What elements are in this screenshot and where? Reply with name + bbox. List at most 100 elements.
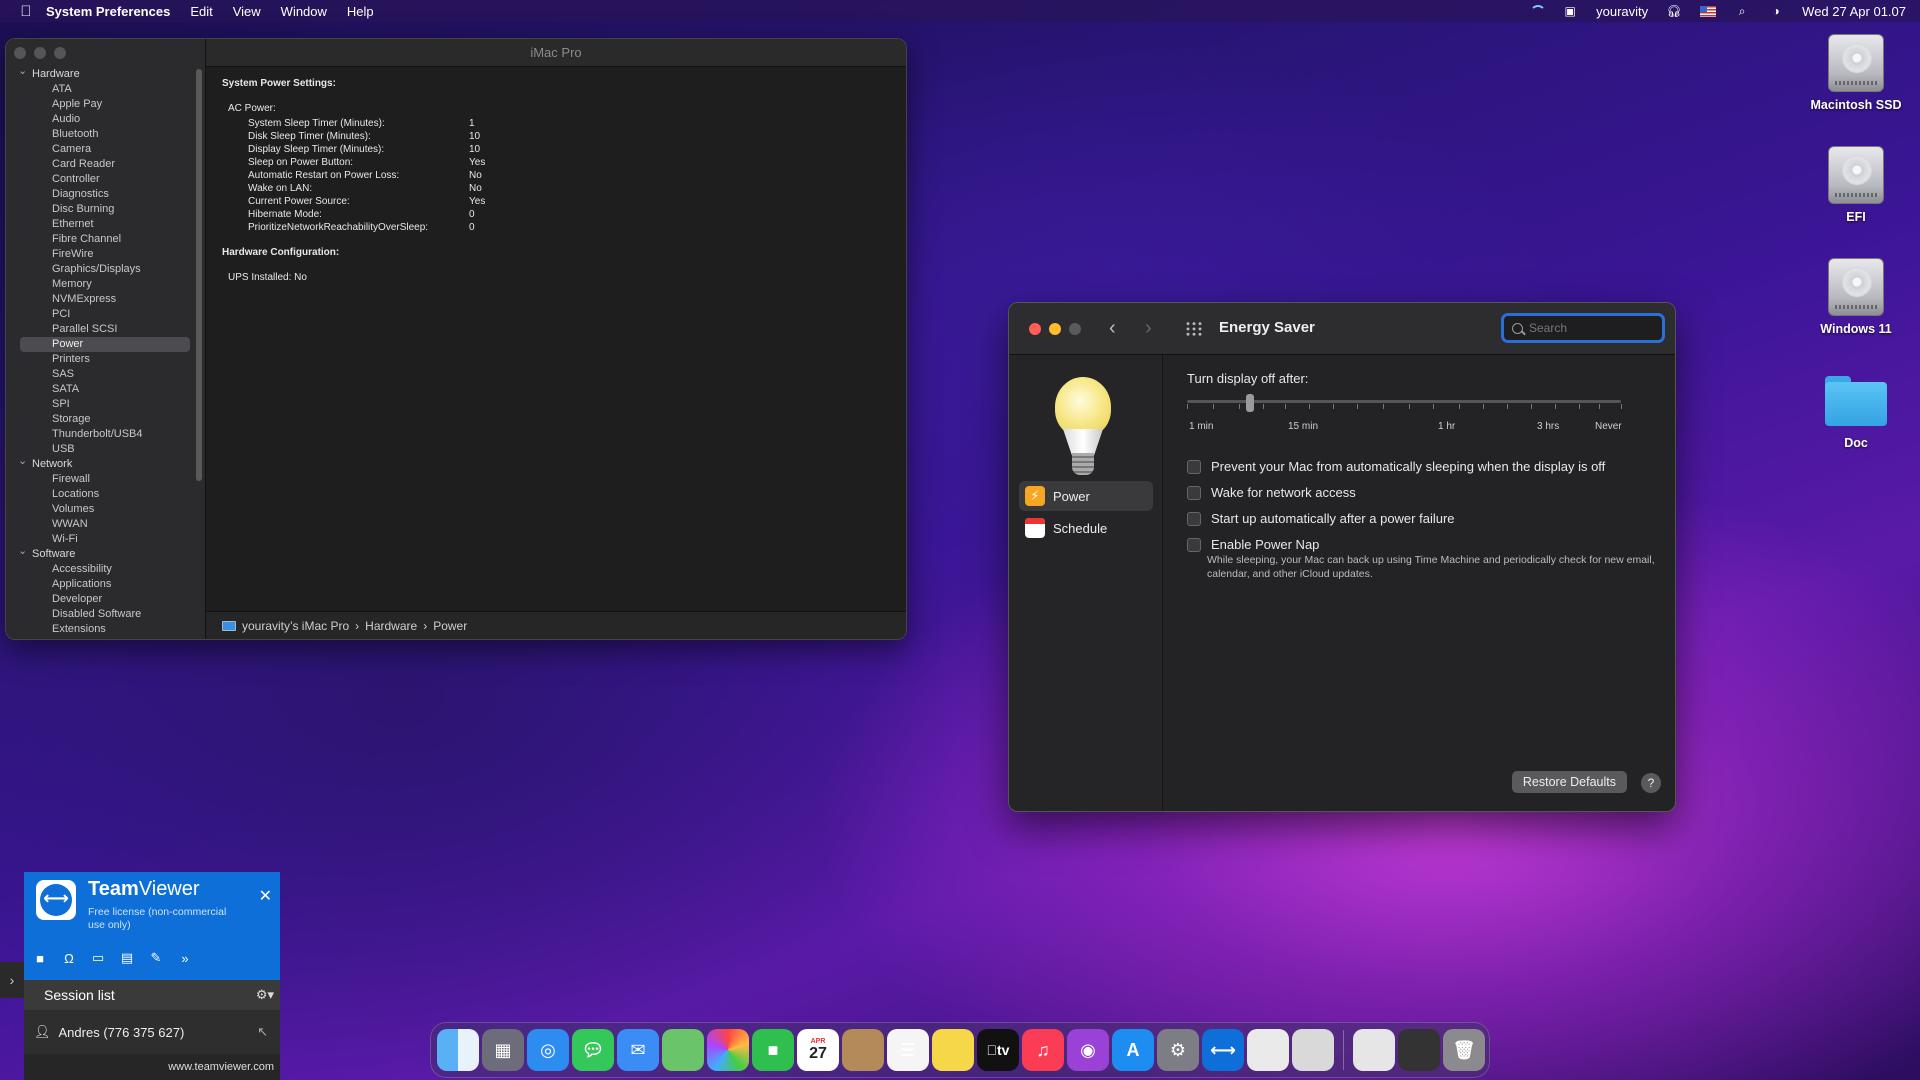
dock-appstore-icon[interactable]: A xyxy=(1112,1029,1154,1071)
wake-network-checkbox[interactable]: Wake for network access xyxy=(1187,485,1356,500)
dock-finder-icon[interactable] xyxy=(437,1029,479,1071)
restore-defaults-button[interactable]: Restore Defaults xyxy=(1511,771,1627,793)
dock-music-icon[interactable]: ♫ xyxy=(1022,1029,1064,1071)
sidebar-group-software[interactable]: Software xyxy=(14,544,190,562)
activity-monitor-icon[interactable]: ▣ xyxy=(1562,4,1578,18)
menu-datetime[interactable]: Wed 27 Apr 01.07 xyxy=(1802,4,1906,19)
display-sleep-slider[interactable] xyxy=(1187,394,1622,424)
tools-icon[interactable]: ✎ xyxy=(148,950,164,966)
forward-chevron-icon[interactable]: › xyxy=(1145,317,1152,340)
desktop-icon-efi[interactable]: EFI xyxy=(1796,146,1916,224)
wifi-icon[interactable] xyxy=(1528,5,1547,17)
sidebar-item-volumes[interactable]: Volumes xyxy=(14,502,190,517)
sidebar-item-sas[interactable]: SAS xyxy=(14,367,190,382)
search-field[interactable] xyxy=(1501,313,1665,343)
dock-launchpad-icon[interactable]: ▦ xyxy=(482,1029,524,1071)
dock-notes-icon[interactable] xyxy=(932,1029,974,1071)
sidebar-item-fibre-channel[interactable]: Fibre Channel xyxy=(14,232,190,247)
sidebar-group-network[interactable]: Network xyxy=(14,454,190,472)
sidebar-item-ethernet[interactable]: Ethernet xyxy=(14,217,190,232)
minimize-button[interactable] xyxy=(34,47,46,59)
chat-icon[interactable]: ▭ xyxy=(90,950,106,966)
sidebar-item-applications[interactable]: Applications xyxy=(14,577,190,592)
menu-app-name[interactable]: System Preferences xyxy=(46,4,170,19)
sidebar-item-thunderbolt-usb4[interactable]: Thunderbolt/USB4 xyxy=(14,427,190,442)
dock-printer-icon[interactable] xyxy=(1292,1029,1334,1071)
sidebar-item-camera[interactable]: Camera xyxy=(14,142,190,157)
cursor-icon[interactable]: ↖ xyxy=(257,1024,268,1040)
apple-menu-icon[interactable]:  xyxy=(18,3,34,20)
sidebar-item-developer[interactable]: Developer xyxy=(14,592,190,607)
desktop-icon-macintosh-ssd[interactable]: Macintosh SSD xyxy=(1796,34,1916,112)
help-button[interactable]: ? xyxy=(1641,773,1661,793)
desktop-icon-windows-11[interactable]: Windows 11 xyxy=(1796,258,1916,336)
sidebar-item-wi-fi[interactable]: Wi-Fi xyxy=(14,532,190,547)
sidebar-item-audio[interactable]: Audio xyxy=(14,112,190,127)
menu-view[interactable]: View xyxy=(233,4,261,19)
dock-textedit-icon[interactable] xyxy=(1247,1029,1289,1071)
sidebar-item-storage[interactable]: Storage xyxy=(14,412,190,427)
dock-mail-icon[interactable]: ✉ xyxy=(617,1029,659,1071)
sidebar-item-sata[interactable]: SATA xyxy=(14,382,190,397)
dock-trash-icon[interactable]: 🗑︎ xyxy=(1443,1029,1485,1071)
search-input[interactable] xyxy=(1529,321,1649,335)
teamviewer-link[interactable]: www.teamviewer.com xyxy=(24,1054,280,1080)
show-all-grid-icon[interactable] xyxy=(1185,321,1203,337)
sidebar-item-firewall[interactable]: Firewall xyxy=(14,472,190,487)
startup-after-power-failure-checkbox[interactable]: Start up automatically after a power fai… xyxy=(1187,511,1455,526)
prevent-sleep-checkbox[interactable]: Prevent your Mac from automatically slee… xyxy=(1187,459,1605,474)
clipboard-icon[interactable]: ▤ xyxy=(119,950,135,966)
sidebar-item-locations[interactable]: Locations xyxy=(14,487,190,502)
sidebar-item-ata[interactable]: ATA xyxy=(14,82,190,97)
sidebar-item-extensions[interactable]: Extensions xyxy=(14,622,190,637)
path-power[interactable]: Power xyxy=(433,619,467,633)
spotlight-search-icon[interactable]: ⌕ xyxy=(1734,4,1750,18)
dock-document-icon[interactable] xyxy=(1353,1029,1395,1071)
close-button[interactable] xyxy=(14,47,26,59)
teamviewer-expand-tab[interactable]: › xyxy=(0,962,24,998)
sidebar-item-memory[interactable]: Memory xyxy=(14,277,190,292)
dock-maps-icon[interactable] xyxy=(662,1029,704,1071)
more-chevrons-icon[interactable]: » xyxy=(177,950,193,966)
dock-facetime-icon[interactable]: ■ xyxy=(752,1029,794,1071)
dock-appletv-icon[interactable]: tv xyxy=(977,1029,1019,1071)
sidebar-item-graphics-displays[interactable]: Graphics/Displays xyxy=(14,262,190,277)
dock-teamviewer-icon[interactable]: ⟷ xyxy=(1202,1029,1244,1071)
dock-photos-icon[interactable] xyxy=(707,1029,749,1071)
path-computer[interactable]: youravity’s iMac Pro xyxy=(242,619,349,633)
dock-reminders-icon[interactable]: ☰ xyxy=(887,1029,929,1071)
input-source-flag-icon[interactable] xyxy=(1700,5,1717,17)
dock-calendar-icon[interactable]: APR 27 xyxy=(797,1029,839,1071)
menu-window[interactable]: Window xyxy=(281,4,327,19)
sidebar-scrollbar[interactable] xyxy=(196,69,202,481)
sidebar-item-nvmexpress[interactable]: NVMExpress xyxy=(14,292,190,307)
sidebar-item-power[interactable]: ⚡︎ Power xyxy=(1019,481,1153,511)
sidebar-item-wwan[interactable]: WWAN xyxy=(14,517,190,532)
sidebar-item-pci[interactable]: PCI xyxy=(14,307,190,322)
sidebar-item-schedule[interactable]: Schedule xyxy=(1019,513,1153,543)
sidebar-group-hardware[interactable]: Hardware xyxy=(14,64,190,82)
sidebar-item-usb[interactable]: USB xyxy=(14,442,190,457)
gear-icon[interactable]: ⚙▾ xyxy=(256,987,274,1003)
minimize-button[interactable] xyxy=(1049,323,1061,335)
sidebar-item-printers[interactable]: Printers xyxy=(14,352,190,367)
sidebar-item-bluetooth[interactable]: Bluetooth xyxy=(14,127,190,142)
menu-edit[interactable]: Edit xyxy=(190,4,212,19)
sidebar-item-accessibility[interactable]: Accessibility xyxy=(14,562,190,577)
sidebar-item-power[interactable]: Power xyxy=(20,337,190,352)
headset-icon[interactable]: Ω xyxy=(61,950,77,966)
sidebar-item-disc-burning[interactable]: Disc Burning xyxy=(14,202,190,217)
menu-help[interactable]: Help xyxy=(347,4,374,19)
checkbox-box[interactable] xyxy=(1187,537,1201,552)
sidebar-item-disabled-software[interactable]: Disabled Software xyxy=(14,607,190,622)
dock-messages-icon[interactable]: 💬︎ xyxy=(572,1029,614,1071)
headphones-icon[interactable]: 🎧︎ xyxy=(1666,4,1682,18)
dock-podcasts-icon[interactable]: ◉ xyxy=(1067,1029,1109,1071)
slider-knob[interactable] xyxy=(1246,394,1254,412)
sidebar-item-diagnostics[interactable]: Diagnostics xyxy=(14,187,190,202)
dock-screen-icon[interactable] xyxy=(1398,1029,1440,1071)
video-camera-icon[interactable]: ■ xyxy=(32,950,48,966)
checkbox-box[interactable] xyxy=(1187,485,1201,500)
sidebar-item-card-reader[interactable]: Card Reader xyxy=(14,157,190,172)
session-list-header[interactable]: Session list ⚙▾ xyxy=(24,980,280,1010)
